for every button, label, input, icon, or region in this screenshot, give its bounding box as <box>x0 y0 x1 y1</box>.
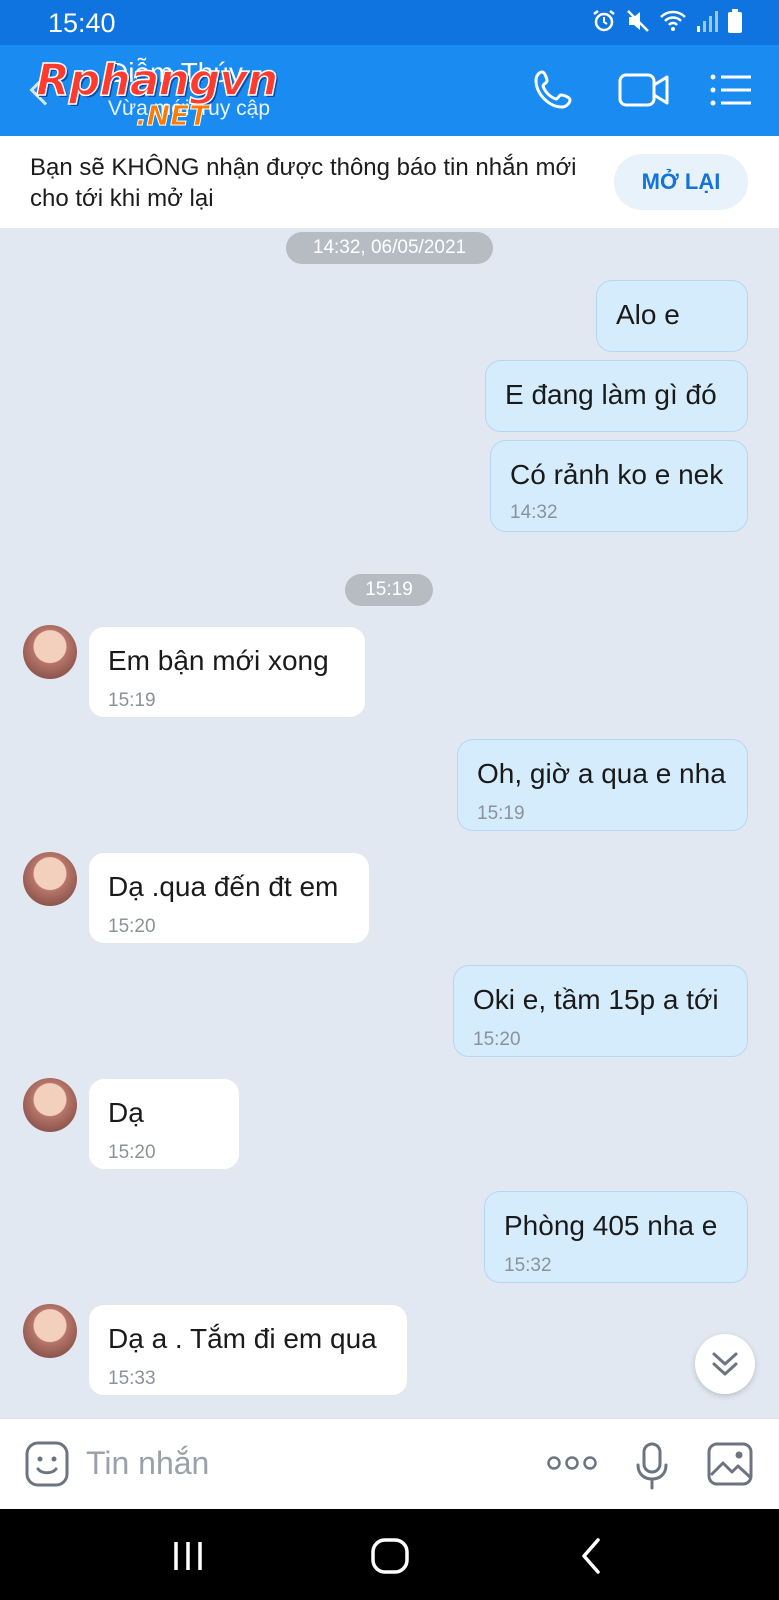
message-list[interactable]: 14:32, 06/05/2021 Alo e E đang làm gì đó… <box>0 228 779 1418</box>
back-chevron-icon <box>582 1538 600 1574</box>
message-time: 14:32 <box>510 502 558 523</box>
time-separator: 15:19 <box>345 574 433 606</box>
video-camera-icon <box>618 73 669 107</box>
message-text: Dạ a . Tắm đi em qua <box>108 1323 377 1354</box>
system-navigation-bar <box>0 1509 779 1600</box>
sticker-button[interactable] <box>24 1439 70 1494</box>
home-button[interactable] <box>368 1534 412 1578</box>
voice-button[interactable] <box>634 1441 670 1496</box>
message-bubble-incoming[interactable]: Dạ a . Tắm đi em qua 15:33 <box>88 1304 408 1396</box>
chat-header: Diễm Thúy Vừa mới truy cập Rphangvn .NET <box>0 45 779 136</box>
signal-icon <box>695 8 719 39</box>
watermark-suffix: .NET <box>135 99 209 133</box>
image-gallery-icon <box>707 1442 753 1486</box>
message-text: Alo e <box>616 299 680 330</box>
message-time: 15:20 <box>108 916 156 937</box>
message-text: Em bận mới xong <box>108 645 329 676</box>
watermark-logo: Rphangvn .NET <box>35 54 279 132</box>
message-bubble-outgoing[interactable]: Alo e <box>596 280 748 352</box>
message-bubble-incoming[interactable]: Em bận mới xong 15:19 <box>88 626 366 718</box>
sticker-smile-icon <box>25 1441 69 1487</box>
message-time: 15:19 <box>477 803 525 824</box>
gallery-button[interactable] <box>706 1441 754 1492</box>
video-call-button[interactable] <box>616 67 672 113</box>
message-text: E đang làm gì đó <box>505 379 717 410</box>
wifi-icon <box>659 8 687 39</box>
status-bar: 15:40 <box>0 0 779 45</box>
status-time: 15:40 <box>48 8 116 38</box>
message-bubble-outgoing[interactable]: Oki e, tầm 15p a tới 15:20 <box>453 965 748 1057</box>
date-separator: 14:32, 06/05/2021 <box>286 232 493 264</box>
notice-text: Bạn sẽ KHÔNG nhận được thông báo tin nhắ… <box>30 154 577 212</box>
scroll-to-bottom-button[interactable] <box>695 1334 755 1394</box>
mute-notice: Bạn sẽ KHÔNG nhận được thông báo tin nhắ… <box>0 136 779 228</box>
message-text: Dạ <box>108 1097 144 1128</box>
alarm-icon <box>591 8 617 39</box>
mute-icon <box>625 8 651 39</box>
phone-icon <box>534 70 572 109</box>
menu-button[interactable] <box>708 67 754 113</box>
message-time: 15:19 <box>108 690 156 711</box>
more-button[interactable] <box>546 1453 598 1478</box>
back-button[interactable] <box>570 1534 614 1578</box>
message-composer: Tin nhắn <box>0 1418 779 1509</box>
message-time: 15:20 <box>108 1142 156 1163</box>
avatar[interactable] <box>23 1304 77 1358</box>
message-time: 15:33 <box>108 1368 156 1389</box>
message-text: Phòng 405 nha e <box>504 1210 718 1241</box>
call-button[interactable] <box>530 67 580 113</box>
status-icons <box>591 8 743 39</box>
microphone-icon <box>636 1442 668 1490</box>
message-bubble-outgoing[interactable]: Oh, giờ a qua e nha 15:19 <box>457 739 748 831</box>
battery-icon <box>727 8 743 39</box>
recent-apps-icon <box>174 1542 202 1570</box>
list-menu-icon <box>710 74 751 106</box>
message-bubble-outgoing[interactable]: Phòng 405 nha e 15:32 <box>484 1191 748 1283</box>
message-bubble-incoming[interactable]: Dạ .qua đến đt em 15:20 <box>88 852 370 944</box>
message-bubble-outgoing[interactable]: Có rảnh ko e nek 14:32 <box>490 440 748 532</box>
message-text: Dạ .qua đến đt em <box>108 871 339 902</box>
avatar[interactable] <box>23 625 77 679</box>
avatar[interactable] <box>23 852 77 906</box>
message-text: Oki e, tầm 15p a tới <box>473 984 719 1015</box>
message-bubble-outgoing[interactable]: E đang làm gì đó <box>485 360 748 432</box>
message-text: Oh, giờ a qua e nha <box>477 758 726 789</box>
reopen-button[interactable]: MỞ LẠI <box>614 154 748 210</box>
message-time: 15:32 <box>504 1255 552 1276</box>
message-time: 15:20 <box>473 1029 521 1050</box>
double-chevron-down-icon <box>712 1352 738 1376</box>
more-dots-icon <box>547 1456 597 1470</box>
home-icon <box>371 1538 409 1574</box>
recent-apps-button[interactable] <box>166 1534 210 1578</box>
message-bubble-incoming[interactable]: Dạ 15:20 <box>88 1078 240 1170</box>
message-text: Có rảnh ko e nek <box>510 459 724 490</box>
avatar[interactable] <box>23 1078 77 1132</box>
message-input[interactable]: Tin nhắn <box>86 1445 209 1482</box>
